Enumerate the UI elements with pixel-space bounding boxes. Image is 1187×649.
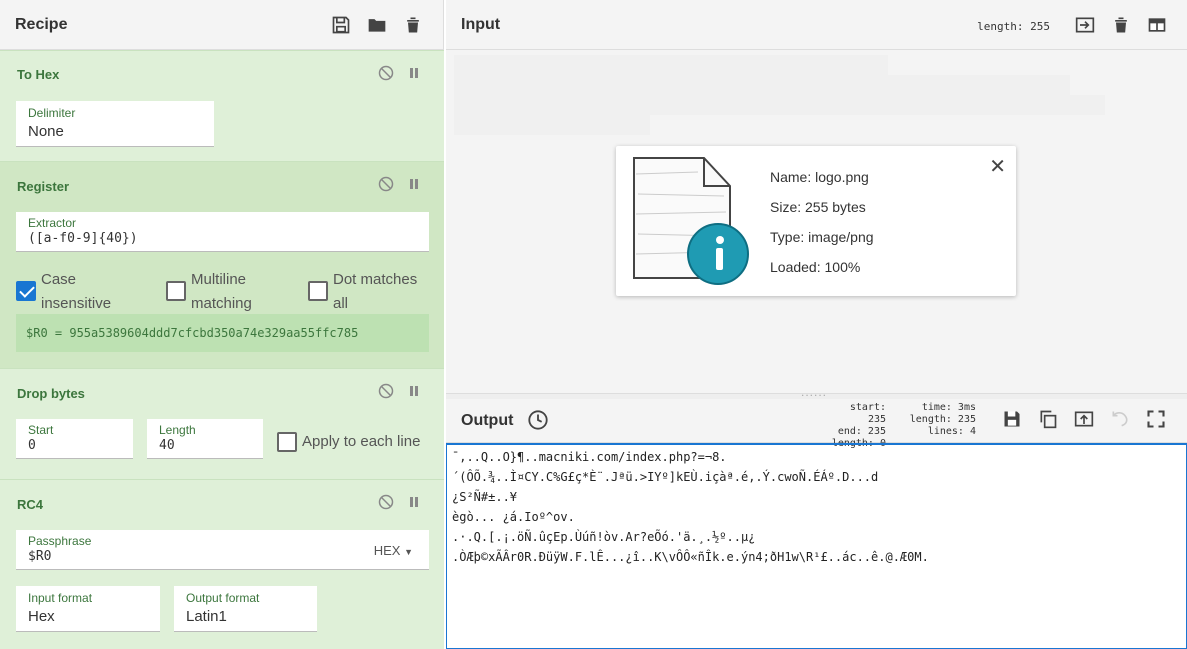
delimiter-select[interactable]: Delimiter None bbox=[16, 101, 214, 147]
output-length: length: 235 bbox=[909, 414, 976, 425]
case-insensitive-checkbox[interactable] bbox=[16, 281, 36, 301]
clear-input-trash-icon[interactable] bbox=[1103, 13, 1139, 37]
output-format-select[interactable]: Output format Latin1 bbox=[174, 586, 317, 632]
output-end: end: 235 bbox=[837, 426, 886, 437]
op-to-hex[interactable]: To Hex Delimiter None bbox=[0, 50, 444, 161]
breakpoint-icon[interactable] bbox=[406, 176, 422, 192]
op-register[interactable]: Register Extractor ([a-f0-9]{40}) Case i… bbox=[0, 161, 444, 368]
length-input[interactable]: Length 40 bbox=[147, 419, 263, 459]
case-insensitive-label: Case insensitive bbox=[41, 271, 112, 312]
output-stats-right: time: 3ms length: 235 lines: 4 bbox=[898, 402, 976, 438]
multiline-matching-checkbox[interactable] bbox=[166, 281, 186, 301]
output-time: time: 3ms bbox=[921, 402, 976, 413]
save-recipe-icon[interactable] bbox=[323, 13, 359, 37]
length-label: Length bbox=[159, 423, 196, 437]
file-type: Type: image/png bbox=[770, 229, 874, 245]
delimiter-label: Delimiter bbox=[28, 106, 76, 120]
output-line: .ÒÆþ©xÃÂr0R.ÐüÿW.F.lÊ...¿î..K\vÔÔ«ñÎk.e.… bbox=[452, 550, 929, 564]
file-info-icon bbox=[633, 157, 749, 285]
output-format-value: Latin1 bbox=[186, 608, 227, 625]
output-pane[interactable]: Output start: 235 end: 235 length: 0 tim… bbox=[446, 399, 1187, 649]
passphrase-format-dropdown[interactable]: HEX ▼ bbox=[374, 543, 413, 558]
maximise-output-icon[interactable] bbox=[1138, 407, 1174, 431]
delimiter-value: None bbox=[28, 123, 64, 140]
reset-layout-icon[interactable] bbox=[1139, 13, 1175, 37]
apply-each-line-label: Apply to each line bbox=[302, 433, 421, 450]
input-format-select[interactable]: Input format Hex bbox=[16, 586, 160, 632]
op-drop-bytes[interactable]: Drop bytes Start 0 Length 40 Apply to ea… bbox=[0, 368, 444, 479]
output-lines: lines: 4 bbox=[927, 426, 976, 437]
file-loaded: Loaded: 100% bbox=[770, 259, 861, 275]
input-text-area[interactable] bbox=[454, 55, 1154, 135]
breakpoint-icon[interactable] bbox=[406, 494, 422, 510]
breakpoint-icon[interactable] bbox=[406, 383, 422, 399]
breakpoint-icon[interactable] bbox=[406, 65, 422, 81]
file-name: Name: logo.png bbox=[770, 169, 869, 185]
disable-op-icon[interactable] bbox=[378, 383, 394, 399]
input-title: Input bbox=[461, 15, 501, 33]
output-title: Output bbox=[461, 411, 514, 429]
recipe-header: Recipe bbox=[0, 0, 443, 50]
start-input[interactable]: Start 0 bbox=[16, 419, 133, 459]
output-start: start: 235 bbox=[849, 402, 886, 425]
passphrase-format-value: HEX bbox=[373, 543, 401, 558]
dot-matches-all-checkbox[interactable] bbox=[308, 281, 328, 301]
op-rc4[interactable]: RC4 Passphrase $R0 HEX ▼ Input format He… bbox=[0, 479, 444, 649]
output-line: ¯,..Q..O}¶..macniki.com/index.php?=¬8. bbox=[452, 450, 727, 464]
history-clock-icon[interactable] bbox=[527, 409, 549, 431]
copy-output-icon[interactable] bbox=[1030, 407, 1066, 431]
input-length: length: 255 bbox=[977, 20, 1050, 33]
extractor-label: Extractor bbox=[28, 216, 77, 230]
passphrase-value: $R0 bbox=[28, 549, 52, 564]
dot-matches-all-label: Dot matches all bbox=[333, 271, 418, 312]
clear-recipe-trash-icon[interactable] bbox=[395, 13, 431, 37]
op-drop-bytes-title: Drop bytes bbox=[17, 386, 85, 401]
load-recipe-folder-icon[interactable] bbox=[359, 13, 395, 37]
file-size: Size: 255 bytes bbox=[770, 199, 866, 215]
output-line: ègò... ¿á.Ioº^ov. bbox=[452, 510, 575, 524]
disable-op-icon[interactable] bbox=[378, 65, 394, 81]
replace-input-icon[interactable] bbox=[1066, 407, 1102, 431]
output-line: ´(ÔÕ.¾..Ì¤CY.C%G£ç*È¨.Jªü.>IYº]kEÙ.içàª.… bbox=[452, 470, 879, 484]
register-output: $R0 = 955a5389604ddd7cfcbd350a74e329aa55… bbox=[16, 314, 429, 352]
output-text-area[interactable]: ¯,..Q..O}¶..macniki.com/index.php?=¬8. ´… bbox=[446, 443, 1187, 649]
output-line: .·.Q.[.¡.öÑ.ûçEp.Ùúñ!òv.Ar?eÕó.'ä.¸.½º..… bbox=[452, 530, 756, 544]
start-value: 0 bbox=[28, 438, 36, 453]
input-format-value: Hex bbox=[28, 608, 55, 625]
recipe-panel: Recipe To Hex Delimiter None Register Ex… bbox=[0, 0, 444, 649]
output-format-label: Output format bbox=[186, 591, 260, 605]
add-input-tab-icon[interactable] bbox=[1067, 13, 1103, 37]
close-icon[interactable]: ✕ bbox=[989, 154, 1006, 179]
disable-op-icon[interactable] bbox=[378, 176, 394, 192]
op-register-title: Register bbox=[17, 179, 70, 194]
undo-icon[interactable] bbox=[1102, 407, 1138, 431]
chevron-down-icon: ▼ bbox=[404, 547, 413, 557]
output-line: ¿S²Ñ#±..¥ bbox=[452, 490, 518, 504]
input-header: Input length: 255 bbox=[446, 0, 1187, 50]
extractor-input[interactable]: Extractor ([a-f0-9]{40}) bbox=[16, 212, 429, 252]
apply-each-line-checkbox[interactable] bbox=[277, 432, 297, 452]
op-to-hex-title: To Hex bbox=[17, 67, 60, 82]
disable-op-icon[interactable] bbox=[378, 494, 394, 510]
op-rc4-title: RC4 bbox=[17, 497, 44, 512]
length-value: 40 bbox=[159, 438, 175, 453]
output-header: Output start: 235 end: 235 length: 0 tim… bbox=[446, 399, 1187, 449]
file-details-card: Name: logo.png Size: 255 bytes Type: ima… bbox=[616, 146, 1016, 296]
passphrase-input[interactable]: Passphrase $R0 HEX ▼ bbox=[16, 530, 429, 570]
multiline-matching-label: Multiline matching bbox=[191, 271, 252, 312]
recipe-title: Recipe bbox=[15, 15, 68, 33]
start-label: Start bbox=[28, 423, 54, 437]
input-format-label: Input format bbox=[28, 591, 93, 605]
passphrase-label: Passphrase bbox=[28, 534, 92, 548]
save-output-icon[interactable] bbox=[994, 407, 1030, 431]
extractor-value: ([a-f0-9]{40}) bbox=[28, 231, 138, 246]
